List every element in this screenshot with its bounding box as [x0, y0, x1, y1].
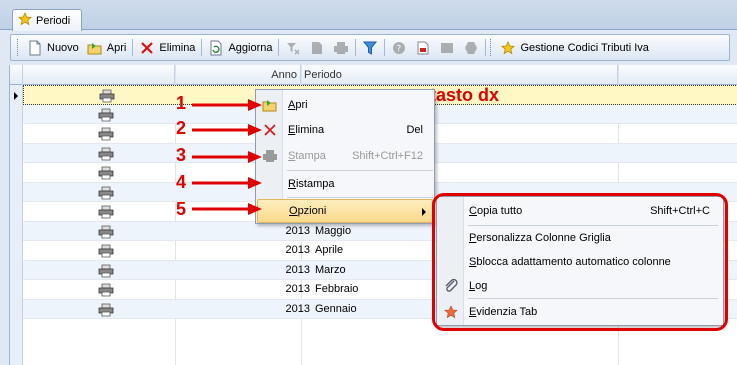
header-periodo[interactable]: Periodo	[301, 65, 618, 85]
cell-anno: 2013	[285, 224, 310, 237]
window-icon	[439, 40, 455, 56]
header-filler	[618, 65, 737, 85]
cell-periodo: Febbraio	[315, 283, 359, 295]
tab-label: Periodi	[36, 14, 71, 27]
printer-icon	[98, 144, 114, 163]
nuovo-label: Nuovo	[47, 41, 79, 54]
cell-periodo: Marzo	[315, 263, 346, 276]
shape-button[interactable]	[459, 37, 483, 58]
menu-item-opzioni[interactable]: Opzioni	[257, 199, 433, 223]
menu-label: Apri	[288, 99, 308, 111]
toolbar-separator	[201, 39, 203, 56]
row-selector-column	[10, 85, 23, 365]
toolbar-separator	[355, 39, 357, 56]
toolbar-grip[interactable]	[490, 39, 493, 56]
toolbar-separator	[278, 39, 280, 56]
menu-item-elimina[interactable]: Elimina Del	[257, 118, 433, 142]
clear-filter-button[interactable]	[281, 37, 305, 58]
printer-icon	[98, 202, 114, 221]
header-anno[interactable]: Anno	[175, 65, 301, 85]
export-document-icon	[415, 40, 431, 56]
tab-strip: Periodi	[0, 0, 737, 31]
open-folder-icon	[87, 40, 103, 56]
filter-button[interactable]	[358, 37, 382, 58]
cell-anno: 2013	[285, 283, 310, 295]
menu-label: Stampa	[288, 150, 326, 162]
menu-separator	[287, 170, 433, 171]
annotation-tasto-dx: tasto dx	[430, 85, 500, 105]
annotation-number-3: 3	[176, 145, 187, 165]
page-icon	[309, 40, 325, 56]
new-document-icon	[27, 40, 43, 56]
refresh-icon	[208, 40, 224, 56]
page-button[interactable]	[305, 37, 329, 58]
printer-icon	[98, 163, 114, 182]
printer-icon	[98, 241, 114, 260]
grid-header: Anno Periodo	[10, 65, 737, 85]
aggiorna-label: Aggiorna	[228, 41, 273, 54]
highlight-box	[432, 193, 728, 331]
printer-icon	[99, 86, 115, 105]
cell-anno: 2013	[285, 244, 310, 256]
apri-label: Apri	[106, 41, 127, 54]
menu-item-stampa[interactable]: Stampa Shift+Ctrl+F12	[257, 144, 433, 168]
svg-text:?: ?	[397, 44, 402, 54]
cell-periodo: Aprile	[315, 244, 344, 256]
elimina-button[interactable]: Elimina	[135, 37, 199, 58]
annotation-number-5: 5	[176, 199, 187, 219]
cell-periodo: Gennaio	[315, 302, 357, 315]
toolbar-separator	[132, 39, 134, 56]
gestione-codici-button[interactable]: Gestione Codici Tributi Iva	[496, 37, 652, 58]
elimina-label: Elimina	[159, 41, 196, 54]
menu-shortcut: Del	[406, 124, 423, 136]
menu-label: Opzioni	[289, 205, 327, 217]
printer-icon	[98, 222, 114, 241]
annotation-arrows	[192, 99, 262, 215]
window-button[interactable]	[435, 37, 459, 58]
gestione-codici-label: Gestione Codici Tributi Iva	[520, 41, 649, 54]
annotation-number-4: 4	[176, 172, 187, 192]
menu-item-apri[interactable]: Apri	[257, 93, 433, 117]
cell-anno: 2013	[285, 263, 310, 276]
toolbar: Nuovo Apri Elimina Aggiorna ? Gestione C…	[10, 34, 730, 61]
print-button[interactable]	[329, 37, 353, 58]
menu-label: Elimina	[288, 124, 325, 136]
submenu-arrow-icon	[422, 208, 426, 216]
aggiorna-button[interactable]: Aggiorna	[204, 37, 276, 58]
header-icon-column[interactable]	[23, 65, 175, 85]
printer-icon	[98, 183, 114, 202]
annotation-number-2: 2	[176, 118, 187, 138]
help-button[interactable]: ?	[387, 37, 411, 58]
printer-icon	[98, 300, 114, 319]
printer-icon	[98, 124, 114, 143]
apri-button[interactable]: Apri	[83, 37, 131, 58]
toolbar-separator	[384, 39, 386, 56]
clear-filter-icon	[285, 40, 301, 56]
cell-periodo: Maggio	[315, 224, 352, 237]
delete-x-icon	[139, 40, 155, 56]
menu-shortcut: Shift+Ctrl+F12	[352, 150, 423, 162]
annotation-number-1: 1	[176, 93, 187, 113]
current-row-indicator-icon	[14, 92, 18, 100]
toolbar-grip[interactable]	[17, 39, 20, 56]
menu-separator	[287, 197, 433, 198]
help-icon: ?	[391, 40, 407, 56]
context-menu: Apri Elimina Del Stampa Shift+Ctrl+F12 R…	[255, 89, 435, 224]
filter-funnel-icon	[362, 40, 378, 56]
star-icon	[18, 12, 32, 29]
cell-anno: 2013	[285, 302, 310, 315]
nuovo-button[interactable]: Nuovo	[23, 37, 83, 58]
star-icon	[500, 40, 516, 56]
menu-label: Ristampa	[288, 178, 335, 190]
header-row-selector	[10, 65, 23, 85]
printer-icon	[98, 280, 114, 299]
hexagon-icon	[463, 40, 479, 56]
export-button[interactable]	[411, 37, 435, 58]
tab-periodi[interactable]: Periodi	[12, 9, 82, 31]
printer-icon	[98, 105, 114, 124]
menu-item-ristampa[interactable]: Ristampa	[257, 172, 433, 196]
printer-icon	[98, 261, 114, 280]
printer-icon	[333, 40, 349, 56]
toolbar-separator	[485, 39, 487, 56]
